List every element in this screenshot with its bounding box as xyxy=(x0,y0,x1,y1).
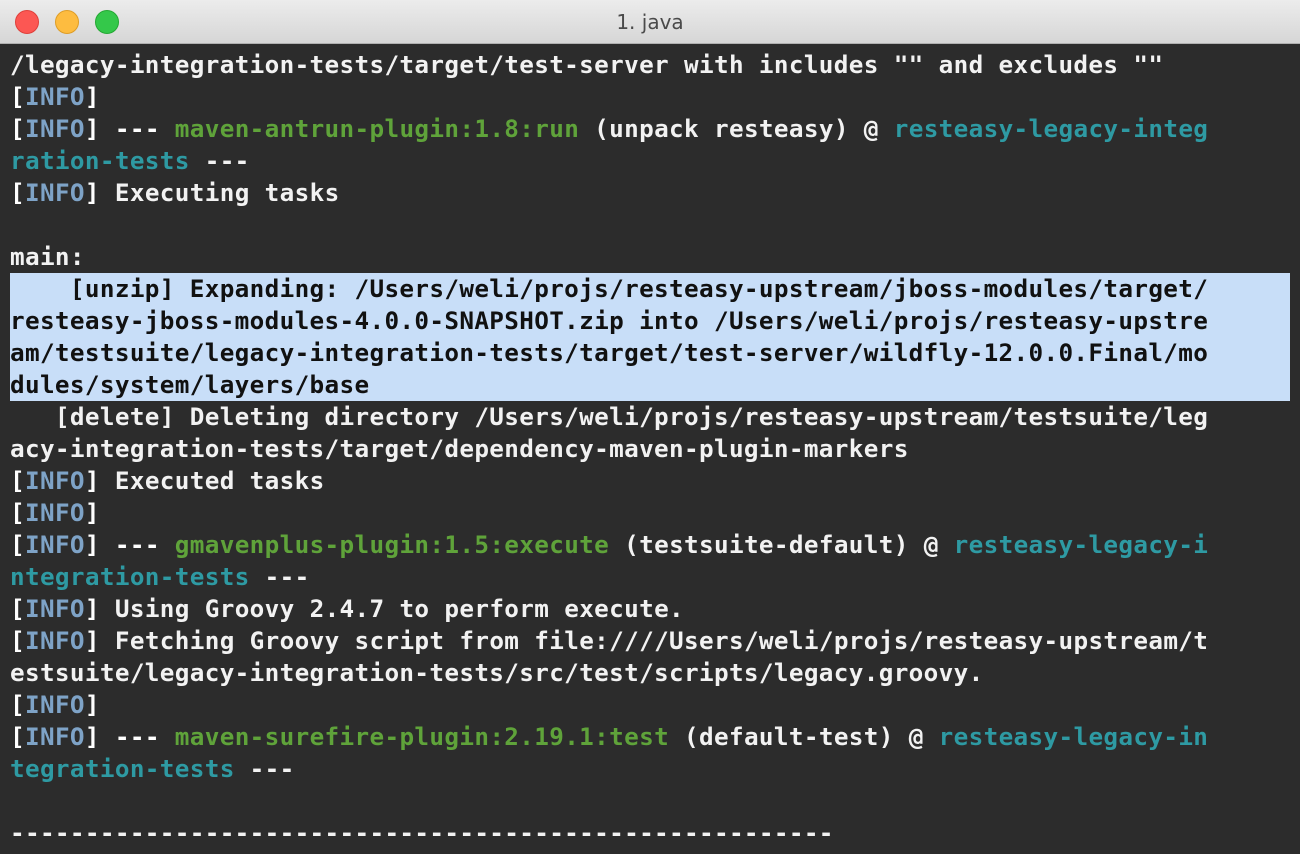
terminal-text: (unpack resteasy) @ xyxy=(579,114,894,143)
terminal-text: ] --- xyxy=(84,114,175,143)
terminal-text: ] xyxy=(84,690,100,719)
terminal-line: [INFO] Fetching Groovy script from file:… xyxy=(10,625,1290,657)
plugin-goal: maven-surefire-plugin:2.19.1:test xyxy=(174,722,670,751)
plugin-goal: gmavenplus-plugin:1.5:execute xyxy=(174,530,610,559)
terminal-line: [INFO] --- maven-surefire-plugin:2.19.1:… xyxy=(10,721,1290,753)
terminal-text: main: xyxy=(10,242,85,271)
terminal-lines: /legacy-integration-tests/target/test-se… xyxy=(10,49,1290,849)
log-level-info: INFO xyxy=(24,498,85,527)
log-level-info: INFO xyxy=(24,722,85,751)
log-level-info: INFO xyxy=(24,178,85,207)
terminal-line-selected: am/testsuite/legacy-integration-tests/ta… xyxy=(10,337,1290,369)
terminal-text: Fetching Groovy script from file:////Use… xyxy=(114,626,1209,655)
terminal-text: [ xyxy=(10,530,25,559)
terminal-line: tegration-tests --- xyxy=(10,753,1290,785)
terminal-window: 1. java /legacy-integration-tests/target… xyxy=(0,0,1300,854)
terminal-text: [ xyxy=(10,722,25,751)
terminal-text: --- xyxy=(234,754,295,783)
terminal-text: [ xyxy=(10,466,25,495)
plugin-goal: maven-antrun-plugin:1.8:run xyxy=(174,114,580,143)
terminal-text: ----------------------------------------… xyxy=(10,818,834,847)
window-title: 1. java xyxy=(616,10,684,34)
log-level-info: INFO xyxy=(24,594,85,623)
terminal-text: resteasy-jboss-modules-4.0.0-SNAPSHOT.zi… xyxy=(10,306,1209,335)
terminal-line: main: xyxy=(10,241,1290,273)
terminal-text: ] xyxy=(84,466,115,495)
terminal-text: dules/system/layers/base xyxy=(10,370,370,399)
terminal-line: ----------------------------------------… xyxy=(10,817,1290,849)
terminal-line: estsuite/legacy-integration-tests/src/te… xyxy=(10,657,1290,689)
terminal-line: [INFO] Executing tasks xyxy=(10,177,1290,209)
terminal-line: [INFO] xyxy=(10,689,1290,721)
terminal-text: ] xyxy=(84,626,115,655)
terminal-text: ] --- xyxy=(84,530,175,559)
terminal-text: [ xyxy=(10,82,25,111)
log-level-info: INFO xyxy=(24,530,85,559)
terminal-text: (testsuite-default) @ xyxy=(609,530,954,559)
terminal-line: [INFO] Executed tasks xyxy=(10,465,1290,497)
terminal-text: [delete] Deleting directory /Users/weli/… xyxy=(10,402,1209,431)
terminal-text: --- xyxy=(189,146,250,175)
terminal-text: [ xyxy=(10,114,25,143)
title-bar[interactable]: 1. java xyxy=(0,0,1300,44)
terminal-line: ntegration-tests --- xyxy=(10,561,1290,593)
terminal-text: ] xyxy=(84,82,100,111)
log-level-info: INFO xyxy=(24,82,85,111)
project-name: resteasy-legacy-integ xyxy=(893,114,1209,143)
terminal-line: ration-tests --- xyxy=(10,145,1290,177)
terminal-text: acy-integration-tests/target/dependency-… xyxy=(10,434,909,463)
terminal-line: [INFO] xyxy=(10,497,1290,529)
terminal-text: ] xyxy=(84,498,100,527)
terminal-text: Executed tasks xyxy=(114,466,325,495)
terminal-text: ] xyxy=(84,178,115,207)
terminal-text: Using Groovy 2.4.7 to perform execute. xyxy=(114,594,685,623)
terminal-text: [ xyxy=(10,498,25,527)
log-level-info: INFO xyxy=(24,466,85,495)
terminal-text: [ xyxy=(10,594,25,623)
terminal-text: ] --- xyxy=(84,722,175,751)
terminal-text: am/testsuite/legacy-integration-tests/ta… xyxy=(10,338,1209,367)
terminal-line: [INFO] --- maven-antrun-plugin:1.8:run (… xyxy=(10,113,1290,145)
terminal-line: acy-integration-tests/target/dependency-… xyxy=(10,433,1290,465)
terminal-text: Executing tasks xyxy=(114,178,340,207)
terminal-text: [ xyxy=(10,626,25,655)
project-name: ration-tests xyxy=(10,146,190,175)
project-name: resteasy-legacy-in xyxy=(938,722,1209,751)
terminal-text: --- xyxy=(249,562,310,591)
terminal-output[interactable]: /legacy-integration-tests/target/test-se… xyxy=(0,44,1300,854)
project-name: ntegration-tests xyxy=(10,562,250,591)
project-name: tegration-tests xyxy=(10,754,235,783)
terminal-text: (default-test) @ xyxy=(669,722,939,751)
log-level-info: INFO xyxy=(24,626,85,655)
terminal-text: [unzip] Expanding: /Users/weli/projs/res… xyxy=(10,274,1209,303)
terminal-line-selected: resteasy-jboss-modules-4.0.0-SNAPSHOT.zi… xyxy=(10,305,1290,337)
project-name: resteasy-legacy-i xyxy=(953,530,1209,559)
terminal-text: [ xyxy=(10,690,25,719)
terminal-line: [INFO] --- gmavenplus-plugin:1.5:execute… xyxy=(10,529,1290,561)
terminal-line: [INFO] xyxy=(10,81,1290,113)
terminal-text: ] xyxy=(84,594,115,623)
terminal-line-selected: dules/system/layers/base xyxy=(10,369,1290,401)
terminal-text: estsuite/legacy-integration-tests/src/te… xyxy=(10,658,984,687)
terminal-text: /legacy-integration-tests/target/test-se… xyxy=(10,50,1164,79)
log-level-info: INFO xyxy=(24,690,85,719)
log-level-info: INFO xyxy=(24,114,85,143)
terminal-line: [delete] Deleting directory /Users/weli/… xyxy=(10,401,1290,433)
terminal-line: [INFO] Using Groovy 2.4.7 to perform exe… xyxy=(10,593,1290,625)
terminal-line-selected: [unzip] Expanding: /Users/weli/projs/res… xyxy=(10,273,1290,305)
terminal-text: [ xyxy=(10,178,25,207)
terminal-line: /legacy-integration-tests/target/test-se… xyxy=(10,49,1290,81)
